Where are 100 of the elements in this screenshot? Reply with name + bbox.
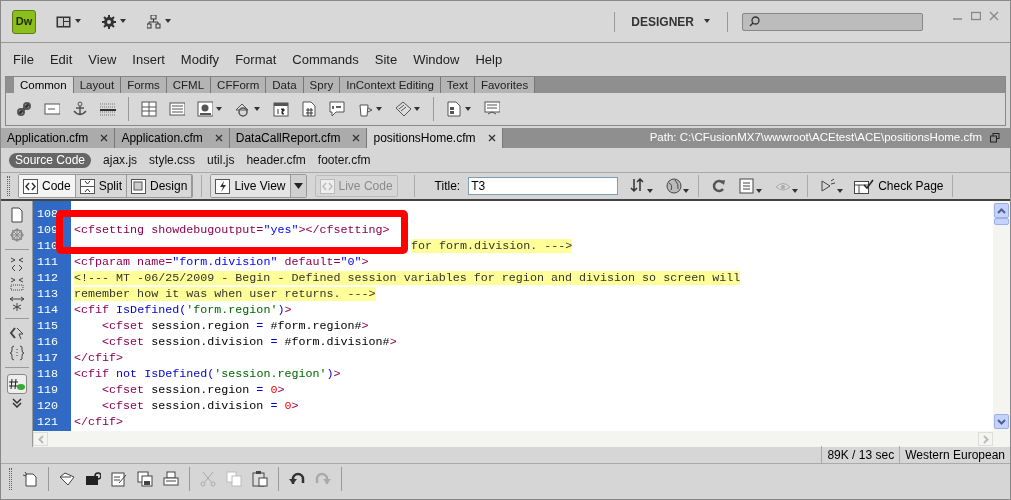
select-parent-tag-icon[interactable] <box>8 325 25 341</box>
calendar-icon[interactable] <box>273 101 289 117</box>
close-icon[interactable] <box>352 134 361 142</box>
layout-block-icon[interactable] <box>169 101 185 117</box>
scroll-down-button[interactable] <box>994 414 1009 429</box>
syntax-coloring-button[interactable] <box>6 374 27 394</box>
live-view-button[interactable]: Live View <box>211 175 290 197</box>
template-icon[interactable] <box>446 101 462 117</box>
document-icon[interactable] <box>8 207 25 223</box>
insert-tab[interactable]: Forms <box>121 77 167 93</box>
caret-icon[interactable] <box>647 189 655 194</box>
close-icon[interactable] <box>487 134 496 142</box>
menu-item[interactable]: Edit <box>41 49 81 70</box>
menu-item[interactable]: Commands <box>284 49 367 70</box>
globe-icon[interactable] <box>666 178 683 194</box>
insert-tab[interactable]: Layout <box>73 77 122 93</box>
gear-icon[interactable] <box>102 14 116 29</box>
insert-tab[interactable]: InContext Editing <box>340 77 441 93</box>
insert-tab[interactable]: Data <box>266 77 304 93</box>
close-icon[interactable] <box>214 134 223 142</box>
table-icon[interactable] <box>141 101 157 117</box>
document-tab[interactable]: Application.cfm <box>1 128 116 148</box>
play-icon[interactable] <box>820 178 837 194</box>
caret-icon[interactable] <box>75 19 82 24</box>
scroll-thumb[interactable] <box>994 217 1009 225</box>
caret-icon[interactable] <box>465 106 472 112</box>
undo-icon[interactable] <box>289 471 305 487</box>
shapes-icon[interactable] <box>235 101 251 117</box>
related-file[interactable]: Source Code <box>9 152 92 168</box>
sitemap-icon[interactable] <box>147 14 161 29</box>
workspace-switcher[interactable]: DESIGNER <box>629 12 713 31</box>
insert-tab[interactable]: CFML <box>166 77 212 93</box>
collapse-tag-icon[interactable] <box>8 256 25 272</box>
menu-item[interactable]: Site <box>366 49 406 70</box>
design-icon[interactable] <box>131 178 147 194</box>
related-file[interactable]: ajax.js <box>103 152 138 168</box>
menu-item[interactable]: Window <box>405 49 468 70</box>
insert-tab[interactable]: Common <box>14 77 74 93</box>
checklist-icon[interactable] <box>854 178 875 194</box>
caret-icon[interactable] <box>837 189 845 194</box>
image-icon[interactable] <box>197 101 213 117</box>
refresh-icon[interactable] <box>711 178 728 194</box>
check-page-button[interactable]: Check Page <box>854 177 944 195</box>
document-tab[interactable]: positionsHome.cfm <box>367 128 503 148</box>
rule-lines-icon[interactable] <box>100 101 116 117</box>
comment-list-icon[interactable] <box>484 101 500 117</box>
menu-item[interactable]: Insert <box>124 49 173 70</box>
print-icon[interactable] <box>163 471 179 487</box>
anchor-icon[interactable] <box>72 101 88 117</box>
collapse-selection-icon[interactable] <box>8 276 25 292</box>
lightning-icon[interactable] <box>215 178 231 194</box>
search-icon[interactable] <box>749 16 760 27</box>
close-icon[interactable] <box>100 134 109 142</box>
caret-icon[interactable] <box>683 189 691 194</box>
caret-icon[interactable] <box>414 106 421 112</box>
document-tab[interactable]: Application.cfm <box>115 128 230 148</box>
expand-all-icon[interactable] <box>8 296 25 312</box>
save-icon[interactable] <box>137 471 153 487</box>
related-file[interactable]: header.cfm <box>246 152 306 168</box>
layout-icon[interactable] <box>56 15 71 28</box>
caret-icon[interactable] <box>293 183 303 189</box>
caret-icon[interactable] <box>120 19 127 24</box>
braces-icon[interactable] <box>8 345 25 361</box>
caret-icon[interactable] <box>254 106 261 112</box>
chain-link-icon[interactable] <box>16 101 32 117</box>
insert-tab[interactable]: CFForm <box>211 77 267 93</box>
insert-tab[interactable]: Spry <box>303 77 341 93</box>
edit-document-icon[interactable] <box>111 471 127 487</box>
caret-icon[interactable] <box>216 106 223 112</box>
menu-item[interactable]: Modify <box>172 49 228 70</box>
new-document-icon[interactable] <box>22 471 38 487</box>
related-file[interactable]: style.css <box>149 152 196 168</box>
document-tab[interactable]: DataCallReport.cfm <box>229 128 368 148</box>
search-field[interactable] <box>742 12 923 31</box>
menu-item[interactable]: View <box>80 49 125 70</box>
caret-icon[interactable] <box>756 189 764 194</box>
related-file[interactable]: footer.cfm <box>317 152 371 168</box>
menu-item[interactable]: Help <box>467 49 511 70</box>
related-file[interactable]: util.js <box>207 152 235 168</box>
view-button[interactable]: Code <box>19 175 76 197</box>
document-hash-icon[interactable] <box>301 101 317 117</box>
insert-tab[interactable]: Text <box>440 77 475 93</box>
speech-bubble-icon[interactable] <box>329 101 345 117</box>
envelope-icon[interactable] <box>44 101 60 117</box>
caret-icon[interactable] <box>792 189 800 194</box>
split-icon[interactable] <box>79 178 95 194</box>
caret-icon[interactable] <box>704 19 711 24</box>
vertical-scrollbar[interactable] <box>993 201 1010 431</box>
chevrons-down-icon[interactable] <box>11 398 22 408</box>
paste-icon[interactable] <box>252 471 268 487</box>
menu-item[interactable]: Format <box>227 49 285 70</box>
caret-icon[interactable] <box>165 19 172 24</box>
tag-icon[interactable] <box>395 101 411 117</box>
insert-tab[interactable]: Favorites <box>474 77 536 93</box>
code-icon[interactable] <box>23 178 38 194</box>
title-field[interactable]: T3 <box>468 177 619 195</box>
scroll-up-button[interactable] <box>994 203 1009 218</box>
restore-icon[interactable] <box>990 133 1000 143</box>
menu-item[interactable]: File <box>5 49 42 70</box>
caret-icon[interactable] <box>376 106 383 112</box>
